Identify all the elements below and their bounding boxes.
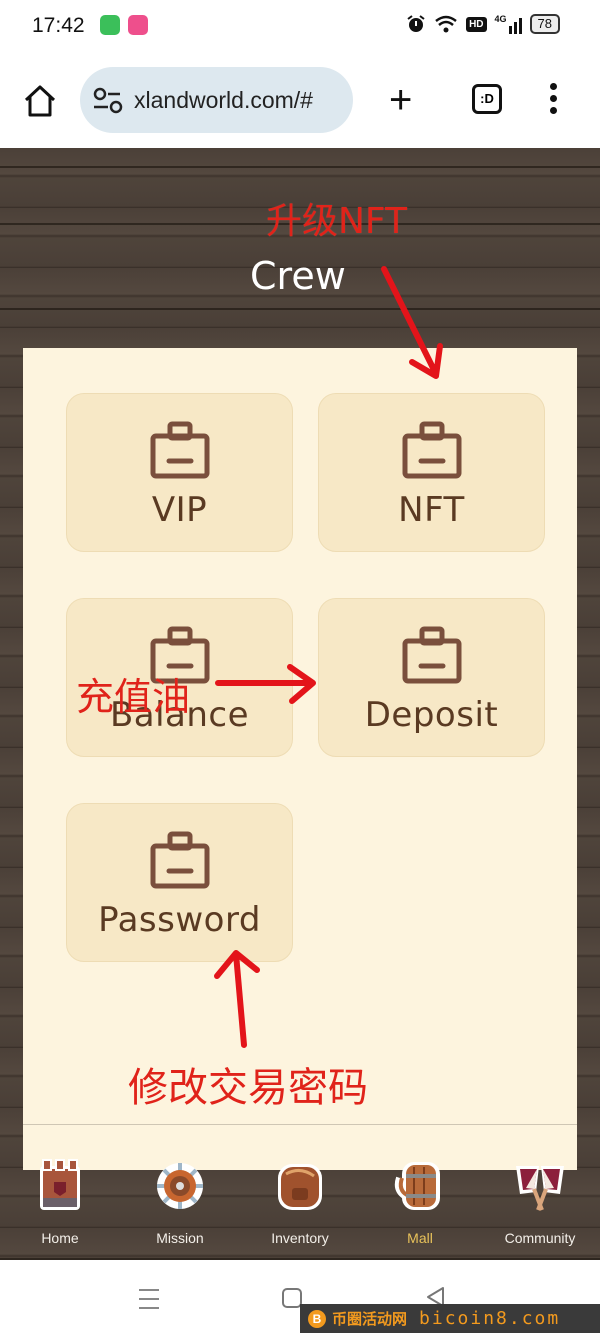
nav-label: Community (504, 1230, 576, 1246)
wifi-icon (435, 15, 457, 33)
annotation-upgrade-nft: 升级NFT (266, 201, 407, 242)
url-text[interactable]: xlandworld.com/# (134, 87, 313, 114)
ship-wheel-icon (157, 1163, 203, 1209)
nav-label: Mall (407, 1230, 433, 1246)
shopping-bag-icon (402, 626, 462, 684)
shopping-bag-icon (150, 421, 210, 479)
nav-label: Home (41, 1230, 79, 1246)
beer-mug-icon (394, 1162, 440, 1210)
status-bar: 17:42 HD 4G 78 (0, 0, 600, 55)
game-screen: 升级NFT Crew VIP NFT Balance Deposit Passw… (0, 148, 600, 1260)
watermark-banner: B 币圈活动网 bicoin8.com (300, 1304, 600, 1333)
system-navigation-bar: B 币圈活动网 bicoin8.com (0, 1260, 600, 1333)
social-app-icon (128, 15, 148, 35)
network-type-label: 4G (494, 14, 507, 24)
nav-item-inventory[interactable]: Inventory (240, 1164, 360, 1260)
bottom-nav: Home Mission Inventory Mall Community (0, 1159, 600, 1260)
status-time: 17:42 (32, 14, 85, 37)
nav-item-mission[interactable]: Mission (120, 1163, 240, 1260)
annotation-change-password: 修改交易密码 (128, 1065, 368, 1111)
tile-label: NFT (398, 490, 465, 530)
nav-item-home[interactable]: Home (0, 1159, 120, 1260)
home-icon[interactable] (22, 83, 58, 119)
tower-icon (40, 1159, 80, 1210)
tile-label: Deposit (364, 695, 499, 735)
tile-label: VIP (151, 490, 208, 530)
backpack-icon (278, 1164, 322, 1210)
alarm-icon (407, 15, 425, 32)
messages-app-icon (100, 15, 120, 35)
wood-grain (0, 166, 600, 168)
crew-menu-panel: VIP NFT Balance Deposit Password (23, 348, 577, 1170)
browser-toolbar: xlandworld.com/# + :D (0, 55, 600, 148)
nav-item-community[interactable]: Community (480, 1166, 600, 1260)
annotation-recharge: 充值油 (76, 675, 191, 719)
signal-4g-icon: 4G (495, 14, 522, 34)
panel-divider (23, 1124, 577, 1125)
shopping-bag-icon (150, 831, 210, 889)
address-bar[interactable]: xlandworld.com/# (80, 67, 353, 133)
shopping-bag-icon (402, 421, 462, 479)
tile-deposit[interactable]: Deposit (318, 598, 545, 757)
tile-label: Password (98, 900, 261, 940)
tile-nft[interactable]: NFT (318, 393, 545, 552)
hd-icon: HD (466, 16, 487, 32)
nav-item-mall[interactable]: Mall (360, 1162, 480, 1260)
tile-vip[interactable]: VIP (66, 393, 293, 552)
status-indicators: HD 4G 78 (406, 14, 560, 34)
flags-icon (516, 1166, 564, 1211)
tab-switcher-button[interactable]: :D (472, 84, 502, 114)
watermark-en: bicoin8.com (419, 1308, 561, 1329)
watermark-cn: 币圈活动网 (332, 1310, 408, 1328)
battery-indicator: 78 (529, 14, 560, 34)
system-home-icon[interactable] (282, 1288, 302, 1308)
new-tab-button[interactable]: + (389, 80, 412, 120)
nav-label: Mission (156, 1230, 204, 1246)
more-menu-icon[interactable] (540, 83, 566, 119)
wood-grain (0, 308, 600, 310)
recents-menu-icon[interactable] (139, 1289, 159, 1316)
tile-password[interactable]: Password (66, 803, 293, 962)
bitcoin-icon: B (308, 1309, 326, 1328)
nav-label: Inventory (271, 1230, 329, 1246)
page-title: Crew (250, 254, 346, 298)
site-settings-icon[interactable] (92, 86, 124, 114)
